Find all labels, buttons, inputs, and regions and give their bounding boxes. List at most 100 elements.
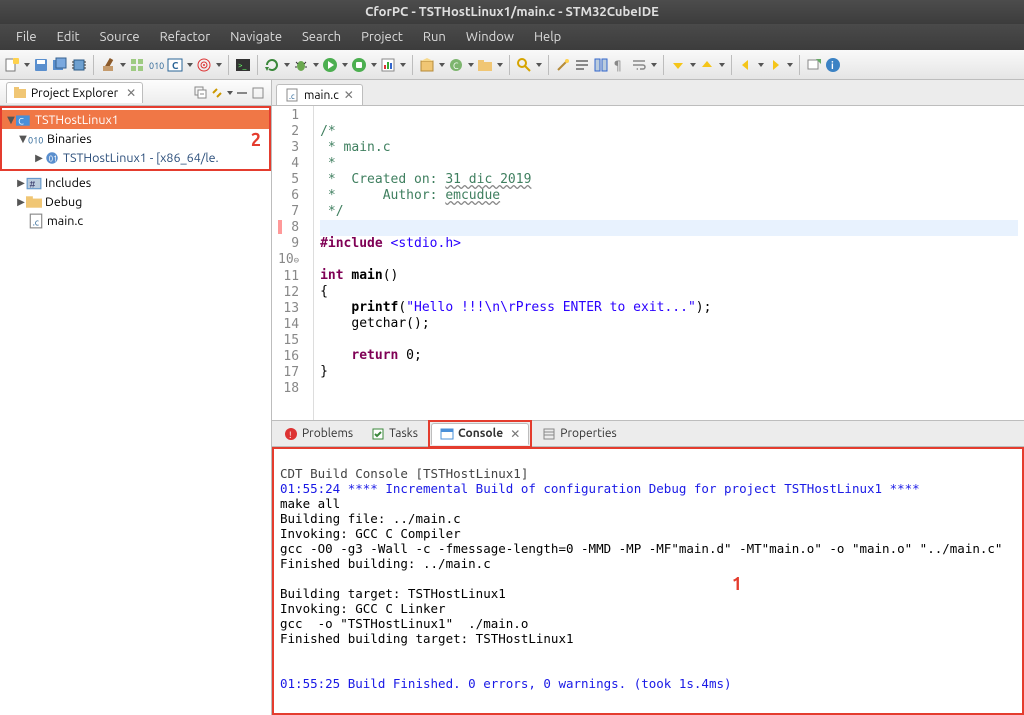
dropdown-icon[interactable] [468,63,474,67]
svg-text:>_: >_ [238,61,247,70]
target-icon[interactable] [196,57,212,73]
bottom-panel: ! Problems Tasks Console ✕ Properti [272,420,1024,715]
collapse-all-icon[interactable] [194,86,208,100]
annotation-1: 1 [732,574,742,594]
dropdown-icon[interactable] [284,63,290,67]
dropdown-icon[interactable] [758,63,764,67]
profile-icon[interactable] [380,57,396,73]
dropdown-icon[interactable] [719,63,725,67]
build-config-icon[interactable] [129,57,145,73]
coverage-icon[interactable] [351,57,367,73]
project-tree-rest[interactable]: ▶ # Includes ▶ Debug .c main.c [0,171,271,232]
menu-search[interactable]: Search [292,26,351,48]
dropdown-icon[interactable] [787,63,793,67]
tree-debug-folder[interactable]: ▶ Debug [0,192,271,211]
tree-includes[interactable]: ▶ # Includes [0,173,271,192]
project-explorer-tab[interactable]: Project Explorer ✕ [6,82,143,103]
binaries-icon: 010 [28,132,44,146]
next-annotation-icon[interactable] [670,57,686,73]
save-all-icon[interactable] [52,57,68,73]
build-icon[interactable] [100,57,116,73]
c-icon[interactable]: C [167,57,183,73]
code-content[interactable]: /* * main.c * * Created on: 31 dic 2019 … [314,106,1024,420]
maximize-icon[interactable] [251,86,265,100]
back-icon[interactable] [738,57,754,73]
dropdown-icon[interactable] [24,63,30,67]
tab-problems[interactable]: ! Problems [276,424,361,444]
menu-window[interactable]: Window [456,26,524,48]
show-whitespace-icon[interactable]: ¶ [612,57,628,73]
binary-icon[interactable]: 010 [148,57,164,73]
word-wrap-icon[interactable] [631,57,647,73]
tree-binaries[interactable]: ▼ 010 Binaries [2,129,269,148]
editor-tab-mainc[interactable]: .c main.c ✕ [276,84,363,105]
close-icon[interactable]: ✕ [510,427,520,441]
search-icon[interactable] [516,57,532,73]
tab-properties[interactable]: Properties [534,424,624,444]
menu-help[interactable]: Help [524,26,571,48]
code-editor[interactable]: 12345678910⊖1112131415161718 /* * main.c… [272,106,1024,420]
minimize-icon[interactable] [235,86,249,100]
close-icon[interactable]: ✕ [344,88,354,102]
dropdown-icon[interactable] [400,63,406,67]
toggle-comment-icon[interactable] [574,57,590,73]
tree-mainc[interactable]: .c main.c [0,211,271,230]
console-line: Invoking: GCC C Compiler [280,526,461,541]
terminal-icon[interactable]: >_ [235,57,251,73]
mainc-label: main.c [47,214,83,228]
project-explorer-panel: Project Explorer ✕ 2 ▼ C TSTHostLinux1 [0,80,272,715]
dropdown-icon[interactable] [120,63,126,67]
debug-icon[interactable] [293,57,309,73]
menu-run[interactable]: Run [413,26,456,48]
dropdown-icon[interactable] [690,63,696,67]
tree-project-root[interactable]: ▼ C TSTHostLinux1 [2,110,269,129]
new-icon[interactable] [4,57,20,73]
new-package-icon[interactable] [419,57,435,73]
includes-icon: # [26,176,42,190]
debug-folder-label: Debug [45,195,82,209]
project-explorer-title: Project Explorer [31,87,118,100]
menu-navigate[interactable]: Navigate [220,26,292,48]
c-file-icon: .c [28,214,44,228]
menu-refactor[interactable]: Refactor [150,26,221,48]
menu-project[interactable]: Project [351,26,413,48]
console-output[interactable]: CDT Build Console [TSTHostLinux1] 01:55:… [274,449,1022,713]
new-folder-icon[interactable] [477,57,493,73]
save-icon[interactable] [33,57,49,73]
dropdown-icon[interactable] [342,63,348,67]
pin-editor-icon[interactable] [806,57,822,73]
dropdown-icon[interactable] [536,63,542,67]
dropdown-icon[interactable] [216,63,222,67]
tab-tasks[interactable]: Tasks [363,424,426,444]
refresh-icon[interactable] [264,57,280,73]
svg-text:i: i [831,60,834,71]
dropdown-icon[interactable] [439,63,445,67]
wand-icon[interactable] [555,57,571,73]
dropdown-icon[interactable] [187,63,193,67]
menu-source[interactable]: Source [90,26,150,48]
console-line: Building file: ../main.c [280,511,461,526]
tab-console[interactable]: Console ✕ [431,423,529,445]
dropdown-icon[interactable] [371,63,377,67]
menu-edit[interactable]: Edit [47,26,90,48]
new-class-icon[interactable]: C [448,57,464,73]
console-line: make all [280,496,348,511]
link-editor-icon[interactable] [210,86,224,100]
menu-file[interactable]: File [6,26,47,48]
info-icon[interactable]: i [825,57,841,73]
project-tree[interactable]: ▼ C TSTHostLinux1 ▼ 010 Binaries ▶ 01 TS… [2,108,269,169]
close-icon[interactable]: ✕ [126,86,136,100]
view-menu-icon[interactable] [227,91,233,95]
chip-icon[interactable] [71,57,87,73]
prev-annotation-icon[interactable] [699,57,715,73]
dropdown-icon[interactable] [497,63,503,67]
project-explorer-icon [13,86,27,100]
dropdown-icon[interactable] [313,63,319,67]
tree-binary-item[interactable]: ▶ 01 TSTHostLinux1 - [x86_64/le. [2,148,269,167]
dropdown-icon[interactable] [651,63,657,67]
block-select-icon[interactable] [593,57,609,73]
tasks-icon [371,427,385,441]
forward-icon[interactable] [767,57,783,73]
includes-label: Includes [45,176,91,190]
run-icon[interactable] [322,57,338,73]
